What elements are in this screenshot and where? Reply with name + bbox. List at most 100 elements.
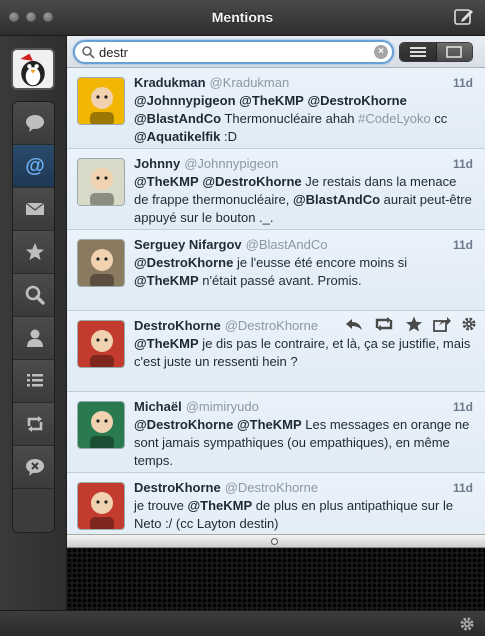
tweet-author[interactable]: Serguey Nifargov @BlastAndCo: [134, 237, 328, 252]
tweet-author[interactable]: Kradukman @Kradukman: [134, 75, 289, 90]
tweet-author-handle[interactable]: @Kradukman: [210, 75, 290, 90]
mention-link[interactable]: @TheKMP: [237, 417, 302, 432]
tweet-author-name[interactable]: DestroKhorne: [134, 480, 221, 495]
tweet-timestamp[interactable]: 11d: [453, 238, 473, 252]
tweet-avatar[interactable]: [77, 320, 125, 368]
gear-icon[interactable]: [461, 316, 477, 332]
tweet-actions: [345, 316, 477, 332]
tweet-author-handle[interactable]: @BlastAndCo: [246, 237, 328, 252]
tweet-timestamp[interactable]: 11d: [453, 76, 473, 90]
tweet-author-name[interactable]: DestroKhorne: [134, 318, 221, 333]
mention-link[interactable]: @Johnnypigeon: [134, 93, 236, 108]
compose-icon[interactable]: [454, 8, 474, 26]
clear-search-icon[interactable]: ×: [374, 45, 388, 59]
nav-mutes[interactable]: [13, 446, 54, 489]
tweet-text-segment: je trouve: [134, 498, 188, 513]
tweet-avatar[interactable]: [77, 482, 125, 530]
at-icon: @: [25, 155, 45, 177]
tweet-timestamp[interactable]: 11d: [453, 481, 473, 495]
tweet-text-segment: n'était passé avant. Promis.: [198, 273, 362, 288]
mute-bubble-icon: [25, 459, 44, 476]
speech-bubble-icon: [25, 115, 44, 132]
mention-link[interactable]: @BlastAndCo: [134, 111, 221, 126]
compact-view-button[interactable]: [436, 43, 472, 61]
nav-retweets[interactable]: [13, 403, 54, 446]
nav-profile[interactable]: [13, 317, 54, 360]
tweet-author-name[interactable]: Johnny: [134, 156, 180, 171]
window-title: Mentions: [211, 9, 274, 25]
nav-mentions[interactable]: @: [13, 145, 54, 188]
splitter-handle[interactable]: [271, 538, 278, 545]
tweet-row[interactable]: Michaël @mimiryudo 11d @DestroKhorne @TheKM…: [67, 392, 485, 473]
tweet-author-handle[interactable]: @mimiryudo: [186, 399, 259, 414]
mention-link[interactable]: @TheKMP: [134, 174, 199, 189]
tweet-timestamp[interactable]: 11d: [453, 400, 473, 414]
reply-icon[interactable]: [345, 316, 363, 332]
view-mode-toggle[interactable]: [399, 42, 473, 62]
nav-search[interactable]: [13, 274, 54, 317]
account-avatar[interactable]: [11, 48, 55, 90]
tweet-author-name[interactable]: Serguey Nifargov: [134, 237, 242, 252]
tweet-avatar[interactable]: [77, 401, 125, 449]
tweet-author[interactable]: Michaël @mimiryudo: [134, 399, 259, 414]
tweet-author-handle[interactable]: @DestroKhorne: [225, 480, 318, 495]
mention-link[interactable]: @DestroKhorne: [134, 255, 233, 270]
nav-messages[interactable]: [13, 102, 54, 145]
search-bar: ×: [67, 36, 485, 68]
list-view-icon: [409, 47, 426, 57]
mention-link[interactable]: @DestroKhorne: [202, 174, 301, 189]
hashtag-link[interactable]: #CodeLyoko: [358, 111, 431, 126]
mention-link[interactable]: @BlastAndCo: [293, 192, 380, 207]
tweet-row[interactable]: Johnny @Johnnypigeon 11d @TheKMP @DestroKho…: [67, 149, 485, 230]
envelope-icon: [25, 202, 44, 215]
tweet-author[interactable]: DestroKhorne @DestroKhorne: [134, 318, 318, 333]
tweet-avatar[interactable]: [77, 77, 125, 125]
star-icon: [25, 243, 44, 260]
mention-link[interactable]: @TheKMP: [134, 273, 199, 288]
mention-link[interactable]: @Aquatikelfik: [134, 129, 220, 144]
splitter[interactable]: [67, 534, 485, 548]
nav-lists[interactable]: [13, 360, 54, 403]
mention-link[interactable]: @DestroKhorne: [134, 417, 233, 432]
tweet-text: @TheKMP @DestroKhorne Je restais dans la…: [134, 173, 472, 227]
list-icon: [26, 374, 43, 387]
tweet-text: @TheKMP je dis pas le contraire, et là, …: [134, 335, 472, 371]
mention-link[interactable]: @TheKMP: [239, 93, 304, 108]
tweet-author-handle[interactable]: @DestroKhorne: [225, 318, 318, 333]
tweet-author-handle[interactable]: @Johnnypigeon: [184, 156, 278, 171]
search-field[interactable]: ×: [73, 40, 394, 64]
tweet-text: @DestroKhorne @TheKMP Les messages en or…: [134, 416, 472, 470]
nav-group: @: [12, 101, 55, 533]
mentions-timeline[interactable]: Kradukman @Kradukman 11d @Johnnypigeon @The…: [67, 68, 485, 534]
nav-favorites[interactable]: [13, 231, 54, 274]
search-input[interactable]: [99, 43, 369, 61]
nav-direct-messages[interactable]: [13, 188, 54, 231]
tweet-row[interactable]: Kradukman @Kradukman 11d @Johnnypigeon @The…: [67, 68, 485, 149]
tweet-avatar[interactable]: [77, 158, 125, 206]
list-view-button[interactable]: [400, 43, 437, 61]
tweet-author-name[interactable]: Kradukman: [134, 75, 206, 90]
tweet-avatar[interactable]: [77, 239, 125, 287]
tweet-text-segment: je l'eusse été encore moins si: [233, 255, 408, 270]
tweet-row[interactable]: DestroKhorne @DestroKhorne 11d je trouve @T…: [67, 473, 485, 534]
favorite-star-icon[interactable]: [405, 316, 423, 332]
gear-icon[interactable]: [459, 616, 475, 632]
share-icon[interactable]: [433, 316, 451, 332]
bottom-bar: [0, 610, 485, 636]
title-bar: Mentions: [0, 0, 485, 36]
mention-link[interactable]: @TheKMP: [134, 336, 199, 351]
retweet-icon[interactable]: [373, 316, 395, 332]
tweet-text: je trouve @TheKMP de plus en plus antipa…: [134, 497, 472, 533]
tweet-text: @DestroKhorne je l'eusse été encore moin…: [134, 254, 472, 290]
tweet-author[interactable]: Johnny @Johnnypigeon: [134, 156, 278, 171]
mention-link[interactable]: @DestroKhorne: [307, 93, 406, 108]
tweet-author-name[interactable]: Michaël: [134, 399, 182, 414]
tweet-author[interactable]: DestroKhorne @DestroKhorne: [134, 480, 318, 495]
tweet-row[interactable]: DestroKhorne @DestroKhorne @TheKMP je dis…: [67, 311, 485, 392]
tweet-timestamp[interactable]: 11d: [453, 157, 473, 171]
search-icon: [25, 285, 45, 305]
magnifier-icon: [82, 46, 95, 59]
tweet-row[interactable]: Serguey Nifargov @BlastAndCo 11d @DestroKho…: [67, 230, 485, 311]
tweet-text: @Johnnypigeon @TheKMP @DestroKhorne @Bla…: [134, 92, 472, 146]
mention-link[interactable]: @TheKMP: [187, 498, 252, 513]
